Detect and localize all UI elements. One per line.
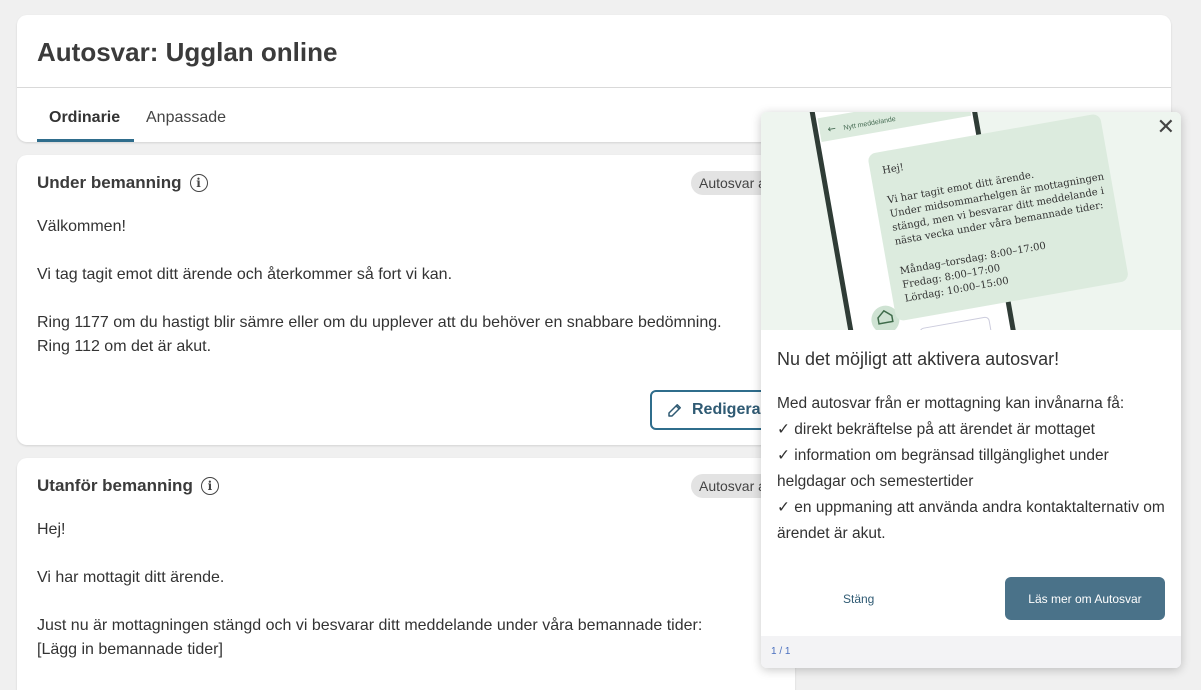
popover-footer: 1 / 1 (761, 636, 1181, 668)
message-line (37, 239, 722, 263)
message-line: Ring 112 om det är akut. (37, 338, 212, 355)
feature-announcement-popover: ← Nytt meddelande Hej! Vi har tagit emot… (761, 112, 1181, 668)
message-line: Just nu är mottagningen stängd och vi be… (37, 617, 703, 634)
tab-ordinarie[interactable]: Ordinarie (49, 109, 120, 127)
info-icon[interactable]: i (189, 174, 208, 192)
phone-illustration: ← Nytt meddelande Hej! Vi har tagit emot… (761, 112, 1181, 330)
message-line: Vi tag tagit emot ditt ärende och återko… (37, 266, 453, 283)
close-button[interactable]: Stäng (843, 592, 874, 606)
tab-anpassade[interactable]: Anpassade (146, 109, 226, 127)
step-counter: 1 / 1 (771, 646, 791, 657)
message-line: Välkommen! (37, 218, 126, 235)
card-title: Under bemanning i (37, 173, 208, 193)
message-line: Vi har mottagit ditt ärende. (37, 569, 225, 586)
card-under-bemanning: Under bemanning i Autosvar a Välkommen! … (17, 155, 795, 445)
edit-button[interactable]: Redigera (650, 390, 770, 430)
info-icon[interactable]: i (200, 477, 219, 495)
popover-title: Nu det möjligt att aktivera autosvar! (777, 349, 1060, 369)
card-title: Utanför bemanning i (37, 476, 219, 496)
message-line (37, 590, 702, 614)
message-line: Hej! (37, 521, 66, 538)
message-text: Välkommen! Vi tag tagit emot ditt ärende… (37, 215, 722, 359)
pencil-icon (668, 404, 681, 417)
message-text: Hej! Vi har mottagit ditt ärende. Just n… (37, 518, 702, 662)
card-title-text: Utanför bemanning (37, 476, 193, 495)
popover-body-line: Med autosvar från er mottagning kan invå… (777, 395, 1125, 412)
edit-button-label: Redigera (692, 401, 761, 418)
popover-body-line: ✓ information om begränsad tillgänglighe… (777, 447, 1109, 490)
close-icon[interactable]: ✕ (1157, 116, 1175, 138)
message-line (37, 542, 702, 566)
popover-body-line: ✓ direkt bekräftelse på att ärendet är m… (777, 421, 1095, 438)
page-title: Autosvar: Ugglan online (37, 37, 338, 67)
popover-body: Med autosvar från er mottagning kan invå… (777, 391, 1173, 547)
card-title-text: Under bemanning (37, 173, 182, 192)
message-line (37, 287, 722, 311)
message-line: [Lägg in bemannade tider] (37, 641, 223, 658)
header-divider (17, 87, 1171, 88)
popover-body-line: ✓ en uppmaning att använda andra kontakt… (777, 499, 1165, 542)
card-utanfor-bemanning: Utanför bemanning i Autosvar a Hej! Vi h… (17, 458, 795, 690)
message-line: Ring 1177 om du hastigt blir sämre eller… (37, 314, 722, 331)
active-tab-indicator (37, 139, 134, 142)
read-more-button[interactable]: Läs mer om Autosvar (1005, 577, 1165, 620)
